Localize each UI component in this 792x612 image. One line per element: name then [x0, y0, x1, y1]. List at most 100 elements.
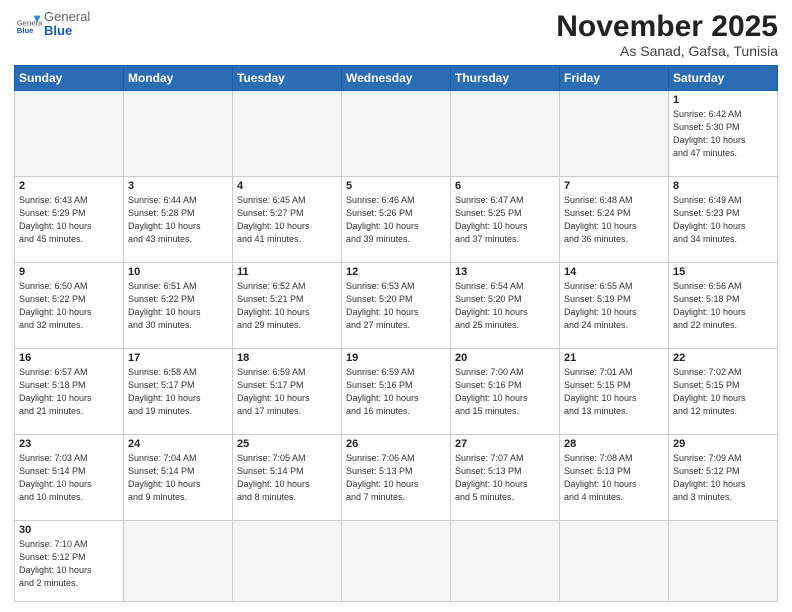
day-number: 3 [128, 180, 228, 192]
calendar-cell: 12 Sunrise: 6:53 AM Sunset: 5:20 PM Dayli… [342, 263, 451, 349]
calendar-cell: 23 Sunrise: 7:03 AM Sunset: 5:14 PM Dayli… [15, 435, 124, 521]
weekday-header-sunday: Sunday [15, 66, 124, 91]
day-number: 24 [128, 438, 228, 450]
day-number: 21 [564, 352, 664, 364]
day-info: Sunrise: 7:05 AM Sunset: 5:14 PM Dayligh… [237, 452, 337, 504]
day-number: 7 [564, 180, 664, 192]
calendar-cell [451, 521, 560, 602]
day-info: Sunrise: 6:51 AM Sunset: 5:22 PM Dayligh… [128, 280, 228, 332]
calendar-cell [342, 521, 451, 602]
calendar-cell: 2 Sunrise: 6:43 AM Sunset: 5:29 PM Daylig… [15, 177, 124, 263]
calendar-cell: 16 Sunrise: 6:57 AM Sunset: 5:18 PM Dayli… [15, 349, 124, 435]
calendar-cell: 26 Sunrise: 7:06 AM Sunset: 5:13 PM Dayli… [342, 435, 451, 521]
day-number: 11 [237, 266, 337, 278]
calendar-cell [560, 521, 669, 602]
month-title: November 2025 [556, 10, 778, 43]
day-number: 13 [455, 266, 555, 278]
calendar-cell [124, 91, 233, 177]
weekday-header-friday: Friday [560, 66, 669, 91]
calendar-cell [15, 91, 124, 177]
calendar-cell [451, 91, 560, 177]
calendar-cell: 14 Sunrise: 6:55 AM Sunset: 5:19 PM Dayli… [560, 263, 669, 349]
day-info: Sunrise: 7:04 AM Sunset: 5:14 PM Dayligh… [128, 452, 228, 504]
calendar-cell: 28Sunrise: 7:08 AM Sunset: 5:13 PM Dayli… [560, 435, 669, 521]
logo-blue: Blue [44, 24, 90, 38]
day-info: Sunrise: 6:49 AM Sunset: 5:23 PM Dayligh… [673, 194, 773, 246]
day-info: Sunrise: 6:55 AM Sunset: 5:19 PM Dayligh… [564, 280, 664, 332]
weekday-header-monday: Monday [124, 66, 233, 91]
weekday-header-thursday: Thursday [451, 66, 560, 91]
day-info: Sunrise: 7:01 AM Sunset: 5:15 PM Dayligh… [564, 366, 664, 418]
calendar-cell: 19Sunrise: 6:59 AM Sunset: 5:16 PM Dayli… [342, 349, 451, 435]
calendar-cell: 18 Sunrise: 6:59 AM Sunset: 5:17 PM Dayli… [233, 349, 342, 435]
day-info: Sunrise: 7:03 AM Sunset: 5:14 PM Dayligh… [19, 452, 119, 504]
calendar-cell: 21 Sunrise: 7:01 AM Sunset: 5:15 PM Dayli… [560, 349, 669, 435]
svg-text:Blue: Blue [17, 26, 34, 35]
day-number: 20 [455, 352, 555, 364]
day-number: 23 [19, 438, 119, 450]
calendar-cell: 6 Sunrise: 6:47 AM Sunset: 5:25 PM Daylig… [451, 177, 560, 263]
calendar-cell: 4Sunrise: 6:45 AM Sunset: 5:27 PM Daylig… [233, 177, 342, 263]
day-number: 12 [346, 266, 446, 278]
day-number: 29 [673, 438, 773, 450]
day-number: 27 [455, 438, 555, 450]
logo-icon: General Blue [14, 10, 42, 38]
day-info: Sunrise: 6:44 AM Sunset: 5:28 PM Dayligh… [128, 194, 228, 246]
calendar-cell: 30 Sunrise: 7:10 AM Sunset: 5:12 PM Dayli… [15, 521, 124, 602]
day-info: Sunrise: 7:00 AM Sunset: 5:16 PM Dayligh… [455, 366, 555, 418]
title-block: November 2025 As Sanad, Gafsa, Tunisia [556, 10, 778, 59]
calendar-cell: 15 Sunrise: 6:56 AM Sunset: 5:18 PM Dayli… [669, 263, 778, 349]
logo: General Blue General Blue [14, 10, 90, 39]
calendar-cell: 22Sunrise: 7:02 AM Sunset: 5:15 PM Dayli… [669, 349, 778, 435]
day-number: 30 [19, 524, 119, 536]
day-info: Sunrise: 6:45 AM Sunset: 5:27 PM Dayligh… [237, 194, 337, 246]
day-info: Sunrise: 6:52 AM Sunset: 5:21 PM Dayligh… [237, 280, 337, 332]
calendar-cell: 20 Sunrise: 7:00 AM Sunset: 5:16 PM Dayli… [451, 349, 560, 435]
calendar-cell [560, 91, 669, 177]
day-number: 18 [237, 352, 337, 364]
calendar-cell [669, 521, 778, 602]
calendar-cell: 13Sunrise: 6:54 AM Sunset: 5:20 PM Dayli… [451, 263, 560, 349]
day-info: Sunrise: 7:06 AM Sunset: 5:13 PM Dayligh… [346, 452, 446, 504]
day-info: Sunrise: 7:07 AM Sunset: 5:13 PM Dayligh… [455, 452, 555, 504]
day-info: Sunrise: 6:43 AM Sunset: 5:29 PM Dayligh… [19, 194, 119, 246]
day-number: 28 [564, 438, 664, 450]
day-number: 25 [237, 438, 337, 450]
day-number: 2 [19, 180, 119, 192]
day-number: 10 [128, 266, 228, 278]
day-info: Sunrise: 6:53 AM Sunset: 5:20 PM Dayligh… [346, 280, 446, 332]
calendar-cell: 17 Sunrise: 6:58 AM Sunset: 5:17 PM Dayli… [124, 349, 233, 435]
day-number: 26 [346, 438, 446, 450]
calendar-table: SundayMondayTuesdayWednesdayThursdayFrid… [14, 65, 778, 602]
day-info: Sunrise: 6:57 AM Sunset: 5:18 PM Dayligh… [19, 366, 119, 418]
calendar-cell: 9 Sunrise: 6:50 AM Sunset: 5:22 PM Daylig… [15, 263, 124, 349]
location: As Sanad, Gafsa, Tunisia [556, 43, 778, 59]
day-number: 17 [128, 352, 228, 364]
calendar-cell: 24 Sunrise: 7:04 AM Sunset: 5:14 PM Dayli… [124, 435, 233, 521]
day-number: 9 [19, 266, 119, 278]
day-info: Sunrise: 6:50 AM Sunset: 5:22 PM Dayligh… [19, 280, 119, 332]
weekday-header-tuesday: Tuesday [233, 66, 342, 91]
day-info: Sunrise: 6:42 AM Sunset: 5:30 PM Dayligh… [673, 108, 773, 160]
day-info: Sunrise: 7:09 AM Sunset: 5:12 PM Dayligh… [673, 452, 773, 504]
day-info: Sunrise: 6:47 AM Sunset: 5:25 PM Dayligh… [455, 194, 555, 246]
calendar-cell: 11 Sunrise: 6:52 AM Sunset: 5:21 PM Dayli… [233, 263, 342, 349]
day-number: 16 [19, 352, 119, 364]
day-number: 8 [673, 180, 773, 192]
header: General Blue General Blue November 2025 … [14, 10, 778, 59]
calendar-cell: 1Sunrise: 6:42 AM Sunset: 5:30 PM Daylig… [669, 91, 778, 177]
calendar-cell [233, 91, 342, 177]
weekday-header-row: SundayMondayTuesdayWednesdayThursdayFrid… [15, 66, 778, 91]
day-info: Sunrise: 7:10 AM Sunset: 5:12 PM Dayligh… [19, 538, 119, 590]
day-info: Sunrise: 6:59 AM Sunset: 5:17 PM Dayligh… [237, 366, 337, 418]
day-number: 6 [455, 180, 555, 192]
day-number: 14 [564, 266, 664, 278]
calendar-cell: 7Sunrise: 6:48 AM Sunset: 5:24 PM Daylig… [560, 177, 669, 263]
day-info: Sunrise: 6:46 AM Sunset: 5:26 PM Dayligh… [346, 194, 446, 246]
day-number: 15 [673, 266, 773, 278]
day-info: Sunrise: 6:58 AM Sunset: 5:17 PM Dayligh… [128, 366, 228, 418]
calendar-cell [342, 91, 451, 177]
day-number: 22 [673, 352, 773, 364]
day-info: Sunrise: 6:59 AM Sunset: 5:16 PM Dayligh… [346, 366, 446, 418]
day-info: Sunrise: 6:56 AM Sunset: 5:18 PM Dayligh… [673, 280, 773, 332]
